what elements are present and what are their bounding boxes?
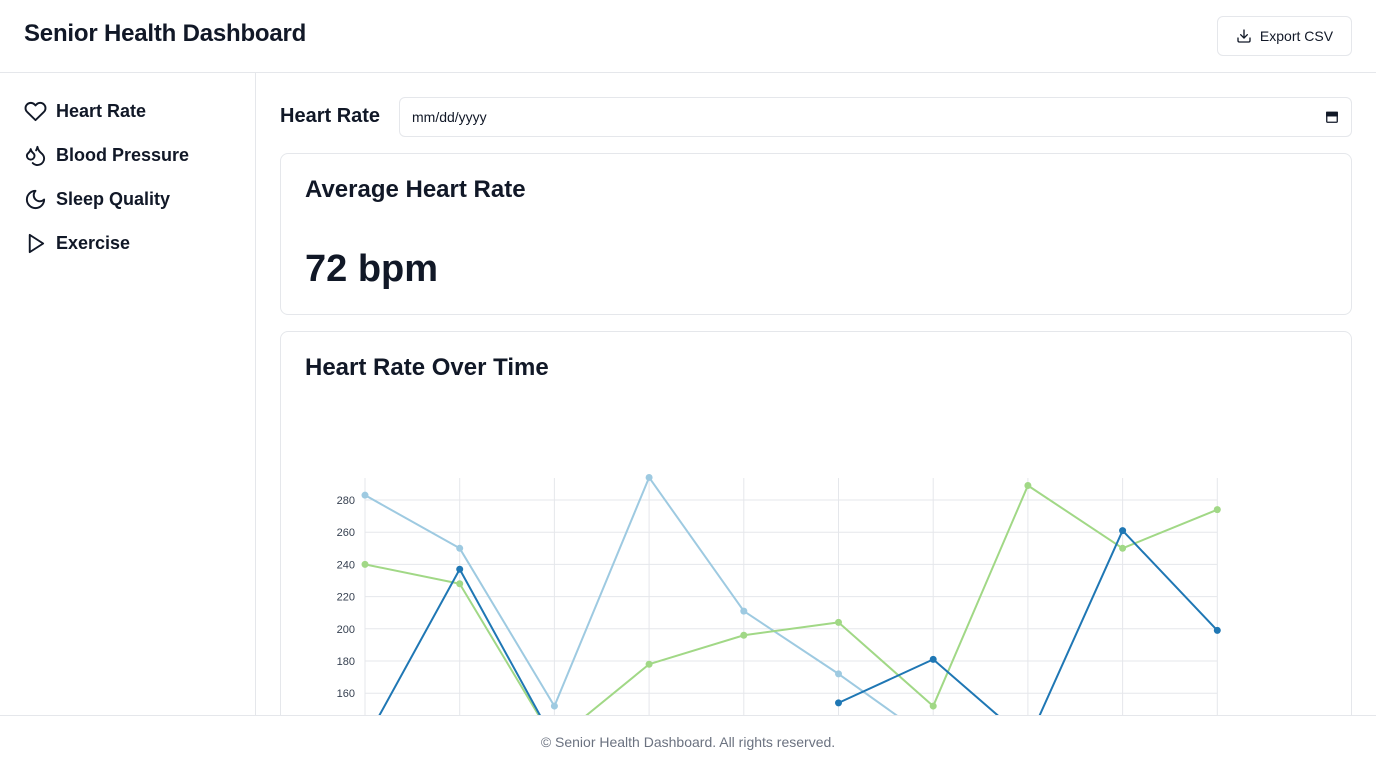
app-header: Senior Health Dashboard Export CSV — [0, 0, 1376, 73]
sidebar-item-sleep-quality[interactable]: Sleep Quality — [24, 185, 170, 213]
section-title: Heart Rate — [280, 105, 381, 127]
data-point — [1119, 544, 1127, 552]
sidebar-item-label: Heart Rate — [56, 100, 147, 121]
footer-text: © Senior Health Dashboard. All rights re… — [540, 734, 836, 750]
card-title: Average Heart Rate — [305, 176, 526, 203]
series-line-1 — [364, 484, 1218, 715]
sidebar-item-label: Sleep Quality — [56, 188, 171, 209]
data-point — [929, 702, 937, 710]
series-line-2 — [378, 529, 1219, 715]
data-point — [645, 660, 653, 668]
sidebar-item-label: Exercise — [56, 232, 131, 253]
average-heart-rate-card: Average Heart Rate 72 bpm — [280, 153, 1352, 315]
date-input[interactable]: mm/dd/yyyy — [399, 97, 1352, 137]
data-point — [835, 699, 842, 707]
sidebar-item-heart-rate[interactable]: Heart Rate — [24, 97, 146, 125]
data-point — [740, 607, 748, 615]
moon-icon — [25, 189, 46, 209]
sidebar-item-label: Blood Pressure — [56, 144, 190, 165]
main-content: Heart Rate mm/dd/yyyy Average Heart Rate… — [256, 73, 1376, 715]
app-title: Senior Health Dashboard — [24, 20, 307, 47]
y-tick-label: 260 — [337, 527, 355, 539]
calendar-icon[interactable] — [1325, 110, 1339, 124]
data-point — [456, 565, 464, 573]
data-point — [929, 655, 937, 663]
data-point — [1024, 482, 1032, 490]
footer: © Senior Health Dashboard. All rights re… — [0, 715, 1376, 768]
y-tick-label: 280 — [337, 495, 355, 507]
export-csv-button[interactable]: Export CSV — [1217, 16, 1352, 56]
sidebar-item-exercise[interactable]: Exercise — [24, 229, 130, 257]
y-tick-label: 240 — [337, 559, 355, 571]
heart-rate-chart: 160 180 200 220 240 260 280 — [337, 473, 1221, 715]
sidebar-item-blood-pressure[interactable]: Blood Pressure — [24, 141, 189, 169]
data-point — [456, 580, 464, 588]
data-point — [456, 544, 464, 552]
data-point — [1119, 527, 1127, 535]
data-point — [1213, 506, 1221, 514]
export-csv-label: Export CSV — [1259, 28, 1334, 44]
data-point — [361, 560, 369, 568]
y-tick-label: 160 — [337, 688, 355, 700]
data-point — [645, 473, 653, 481]
y-tick-label: 180 — [337, 656, 355, 668]
data-point — [1213, 626, 1221, 634]
data-point — [835, 670, 842, 678]
data-point — [740, 631, 748, 639]
play-icon — [28, 233, 45, 253]
droplets-icon — [25, 145, 46, 166]
date-placeholder: mm/dd/yyyy — [412, 109, 487, 125]
heart-icon — [24, 101, 47, 121]
y-tick-label: 220 — [337, 592, 355, 604]
data-point — [550, 702, 558, 710]
data-point — [835, 618, 842, 626]
sidebar: Heart Rate Blood Pressure Sleep Quality … — [0, 73, 256, 715]
download-icon — [1237, 29, 1251, 43]
data-point — [361, 491, 369, 499]
average-heart-rate-value: 72 bpm — [305, 248, 439, 290]
heart-rate-chart-card: Heart Rate Over Time 160 180 200 220 240 260 2… — [280, 331, 1352, 715]
y-tick-label: 200 — [337, 624, 355, 636]
